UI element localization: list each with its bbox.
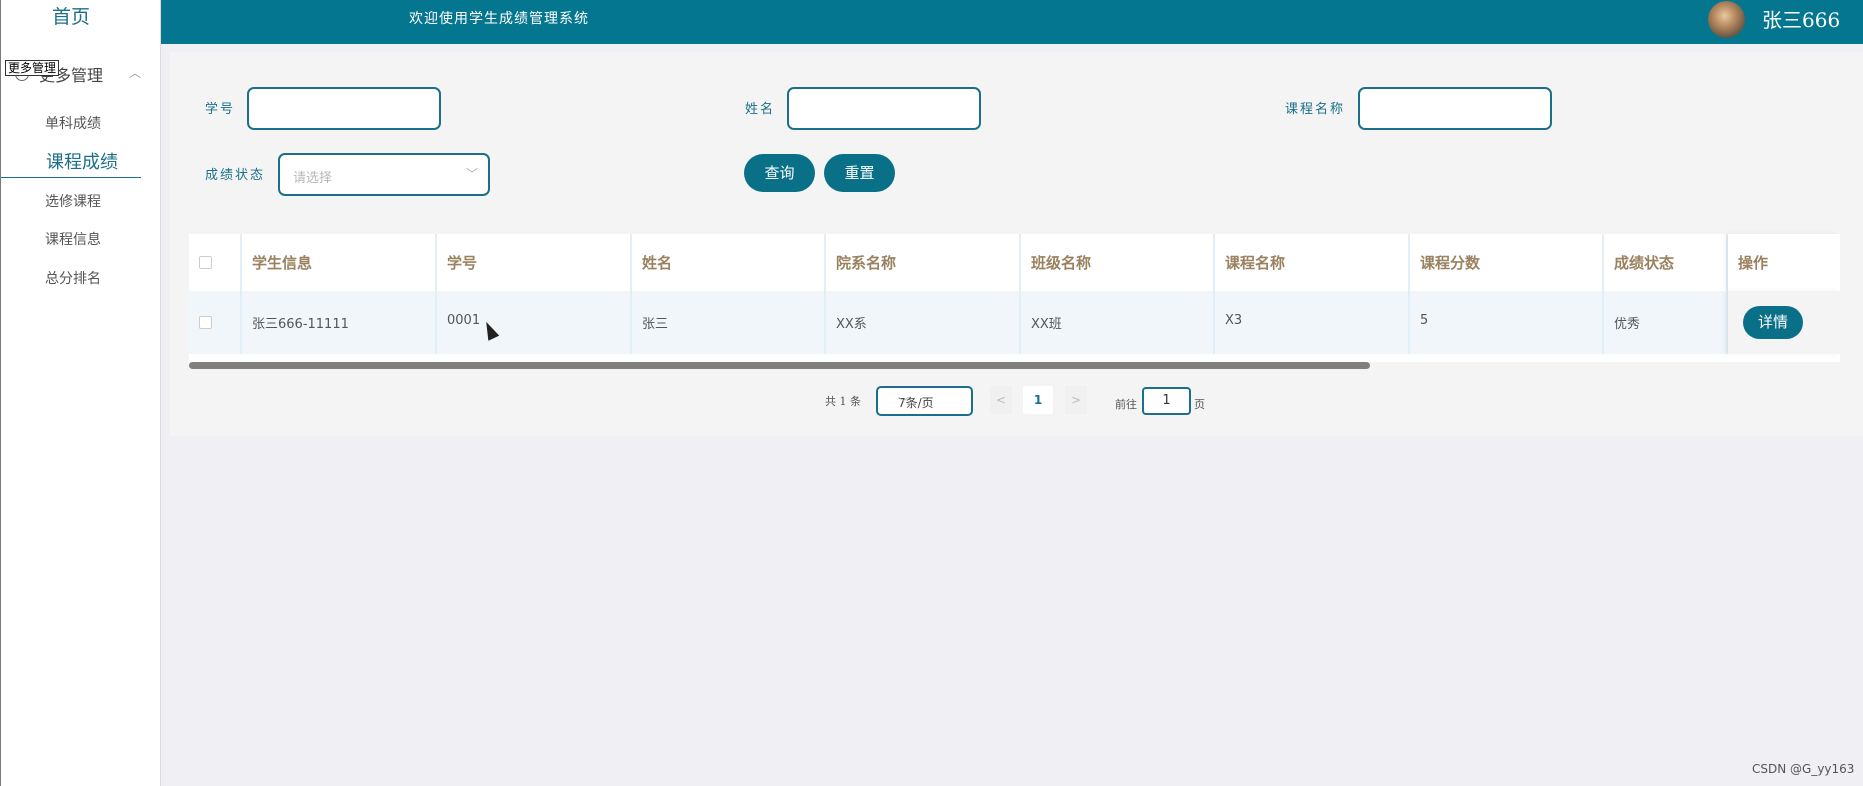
next-page-button[interactable]: > <box>1065 386 1087 414</box>
column-header: 姓名 <box>632 234 826 291</box>
table-cell: 0001 <box>437 291 632 354</box>
status-label: 成绩状态 <box>205 168 266 183</box>
header-select-cell <box>189 234 242 291</box>
goto-page-input[interactable]: 1 <box>1142 387 1191 415</box>
score-table: 学生信息 学号 姓名 院系名称 班级名称 课程名称 课程分数 成绩状态 操作 张… <box>189 234 1840 362</box>
avatar[interactable] <box>1708 1 1745 38</box>
row-checkbox[interactable] <box>199 316 212 329</box>
table-cell: 5 <box>1410 291 1604 354</box>
top-bar: 欢迎使用学生成绩管理系统 张三666 <box>161 0 1863 44</box>
row-select-cell <box>189 291 242 354</box>
table-cell: XX系 <box>826 291 1021 354</box>
nav-home[interactable]: 首页 <box>1 0 141 34</box>
table-cell: XX班 <box>1021 291 1215 354</box>
watermark: CSDN @G_yy163 <box>1752 762 1855 776</box>
column-header: 操作 <box>1728 234 1840 291</box>
username[interactable]: 张三666 <box>1762 4 1840 33</box>
page-size-select[interactable]: 7条/页 ﹀ <box>876 386 973 416</box>
column-header: 学生信息 <box>242 234 437 291</box>
sidebar-item-label: 单科成绩 <box>45 116 101 132</box>
detail-button[interactable]: 详情 <box>1743 306 1803 339</box>
page-title: 欢迎使用学生成绩管理系统 <box>409 11 589 27</box>
status-placeholder: 请选择 <box>293 171 333 186</box>
sidebar-item-total-rank[interactable]: 总分排名 <box>1 268 141 292</box>
column-header: 学号 <box>437 234 632 291</box>
course-name-input[interactable] <box>1358 87 1552 130</box>
page-suffix: 页 <box>1194 398 1205 411</box>
sidebar-item-label: 选修课程 <box>45 194 101 210</box>
pagination-total: 共 1 条 <box>825 395 861 408</box>
name-input[interactable] <box>787 87 981 130</box>
status-select[interactable]: 请选择 ﹀ <box>278 153 490 196</box>
column-header: 课程名称 <box>1215 234 1410 291</box>
name-label: 姓名 <box>745 102 776 117</box>
tooltip: 更多管理 <box>5 60 60 76</box>
table-row: 张三666-11111 0001 张三 XX系 XX班 X3 5 优秀 详情 <box>189 291 1840 354</box>
table-cell: 优秀 <box>1604 291 1728 354</box>
sidebar-item-course-score[interactable]: 课程成绩 <box>1 148 141 178</box>
sidebar-item-label: 课程信息 <box>45 232 101 248</box>
current-page-button[interactable]: 1 <box>1023 386 1053 414</box>
chevron-down-icon: ﹀ <box>898 396 909 409</box>
sidebar-item-course-info[interactable]: 课程信息 <box>1 229 141 253</box>
sidebar-item-single-score[interactable]: 单科成绩 <box>1 113 141 137</box>
table-header: 学生信息 学号 姓名 院系名称 班级名称 课程名称 课程分数 成绩状态 操作 <box>189 234 1840 291</box>
table-cell: 张三666-11111 <box>242 291 437 354</box>
sidebar: 首页 更多管理 ︿ 更多管理 单科成绩 课程成绩 选修课程 课程信息 总分排名 <box>0 0 161 786</box>
nav-group-more-management[interactable]: 更多管理 ︿ 更多管理 <box>1 58 161 88</box>
query-button[interactable]: 查询 <box>744 154 815 192</box>
select-all-checkbox[interactable] <box>199 256 212 269</box>
student-no-label: 学号 <box>205 102 236 117</box>
column-header: 班级名称 <box>1021 234 1215 291</box>
table-cell: 张三 <box>632 291 826 354</box>
table-cell: X3 <box>1215 291 1410 354</box>
course-name-label: 课程名称 <box>1285 102 1346 117</box>
chevron-down-icon: ﹀ <box>465 167 478 181</box>
chevron-up-icon: ︿ <box>129 66 142 80</box>
sidebar-item-label: 总分排名 <box>45 271 101 287</box>
column-header: 院系名称 <box>826 234 1021 291</box>
action-cell: 详情 <box>1728 291 1840 354</box>
sidebar-item-label: 课程成绩 <box>46 152 118 173</box>
column-header: 成绩状态 <box>1604 234 1728 291</box>
goto-label: 前往 <box>1115 398 1137 411</box>
student-no-input[interactable] <box>247 87 441 130</box>
column-header: 课程分数 <box>1410 234 1604 291</box>
reset-button[interactable]: 重置 <box>824 154 895 192</box>
prev-page-button[interactable]: < <box>990 386 1012 414</box>
sidebar-item-elective-course[interactable]: 选修课程 <box>1 191 141 215</box>
horizontal-scrollbar[interactable] <box>189 362 1370 369</box>
